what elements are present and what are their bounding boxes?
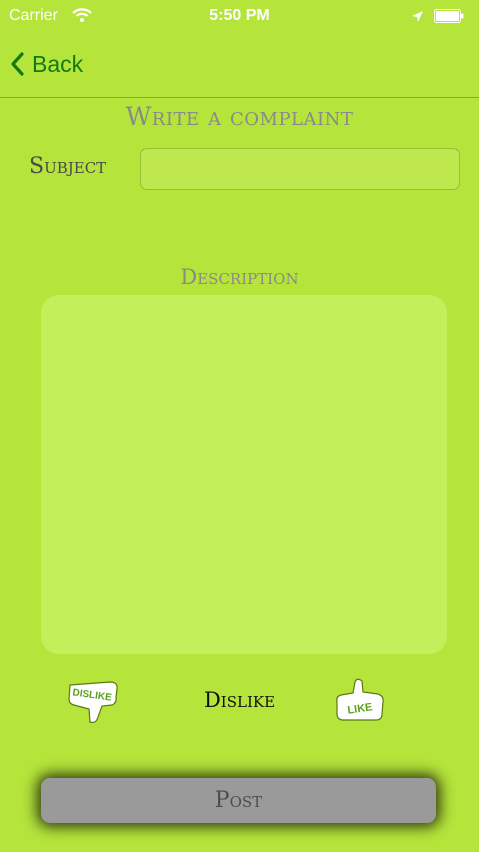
subject-label: Subject (29, 154, 107, 179)
location-arrow-icon (412, 11, 423, 22)
description-textarea[interactable] (41, 295, 447, 654)
back-button[interactable]: Back (10, 49, 83, 79)
post-button[interactable]: Post (41, 778, 436, 823)
battery-icon (434, 9, 464, 23)
description-label: Description (180, 265, 299, 289)
subject-input[interactable] (140, 148, 460, 190)
page-title: Write a complaint (125, 102, 354, 131)
reaction-label: Dislike (203, 688, 276, 712)
like-thumb-icon[interactable]: LIKE (333, 678, 387, 724)
navigation-bar: Back (0, 34, 479, 98)
clock: 5:50 PM (209, 7, 270, 24)
back-label: Back (32, 50, 84, 77)
status-bar: Carrier 5:50 PM (0, 0, 479, 34)
chevron-left-icon (11, 52, 24, 76)
